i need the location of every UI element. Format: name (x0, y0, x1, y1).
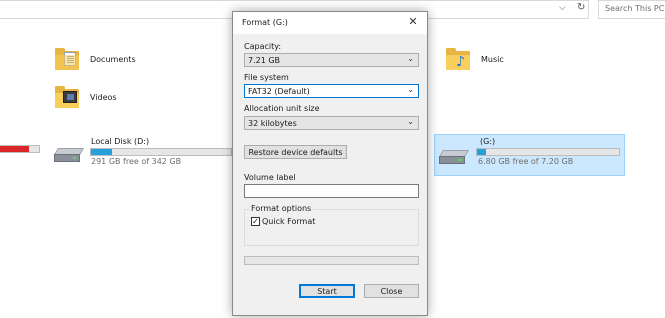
folder-documents[interactable]: Documents (55, 48, 136, 70)
quick-format-checkbox[interactable]: ✓ (251, 217, 260, 226)
start-button[interactable]: Start (299, 284, 355, 298)
file-system-value: FAT32 (Default) (248, 87, 310, 96)
capacity-select[interactable]: 7.21 GB ⌄ (244, 53, 419, 67)
folder-label: Documents (90, 54, 136, 64)
volume-label-input[interactable] (244, 184, 419, 198)
format-dialog: Format (G:) ✕ Capacity: 7.21 GB ⌄ File s… (232, 11, 428, 316)
drive-free-space: 291 GB free of 342 GB (91, 157, 182, 166)
drive-usage-bar (90, 148, 232, 156)
volume-label-label: Volume label (244, 173, 296, 182)
chevron-down-icon: ⌄ (407, 117, 414, 126)
allocation-unit-select[interactable]: 32 kilobytes ⌄ (244, 116, 419, 130)
drive-usage-fill (0, 146, 30, 152)
format-options-group (244, 209, 419, 246)
title-bar[interactable]: Format (G:) ✕ (233, 12, 427, 34)
close-icon[interactable]: ✕ (407, 15, 419, 28)
hard-drive-icon (438, 150, 470, 164)
chevron-down-icon: ⌄ (407, 85, 414, 94)
quick-format-label[interactable]: Quick Format (262, 217, 315, 226)
chevron-down-icon[interactable]: ⌵ (559, 3, 566, 13)
close-button[interactable]: Close (364, 284, 419, 298)
folder-label: Music (481, 54, 504, 64)
capacity-value: 7.21 GB (248, 56, 281, 65)
format-options-label: Format options (249, 204, 314, 213)
drive-usage-bar (0, 145, 40, 153)
allocation-unit-value: 32 kilobytes (248, 119, 297, 128)
file-system-label: File system (244, 73, 289, 82)
drive-name: (G:) (480, 137, 496, 146)
drive-usage-fill (91, 149, 112, 155)
documents-folder-icon (55, 48, 81, 70)
videos-folder-icon (55, 86, 81, 108)
drive-name: Local Disk (D:) (91, 137, 150, 146)
music-folder-icon: ♪ (446, 48, 472, 70)
folder-music[interactable]: ♪ Music (446, 48, 504, 70)
hard-drive-icon (53, 148, 85, 162)
chevron-down-icon: ⌄ (407, 54, 414, 63)
folder-label: Videos (90, 92, 117, 102)
folder-videos[interactable]: Videos (55, 86, 117, 108)
allocation-unit-label: Allocation unit size (244, 104, 320, 113)
dialog-title: Format (G:) (242, 18, 288, 27)
capacity-label: Capacity: (244, 42, 282, 51)
file-system-select[interactable]: FAT32 (Default) ⌄ (244, 84, 419, 98)
refresh-icon[interactable]: ↻ (577, 2, 585, 13)
restore-defaults-button[interactable]: Restore device defaults (244, 145, 347, 159)
drive-usage-fill (477, 149, 486, 155)
search-input[interactable]: Search This PC (598, 0, 665, 19)
drive-free-space: 6.80 GB free of 7.20 GB (478, 157, 574, 166)
drive-usage-bar (476, 148, 620, 156)
format-progress-bar (244, 256, 419, 265)
